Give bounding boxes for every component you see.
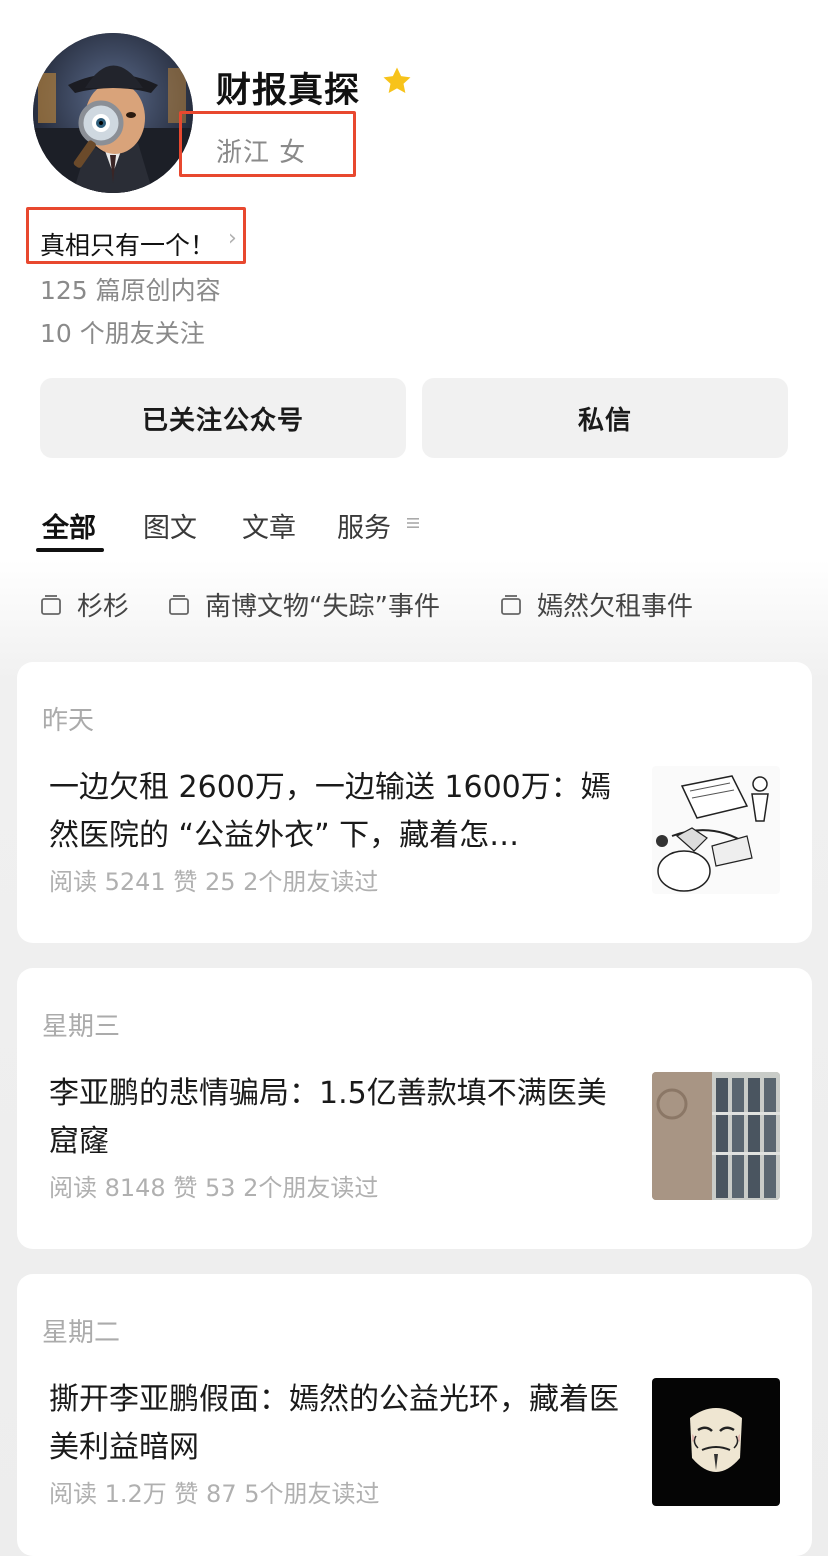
article-title[interactable]: 李亚鹏的悲情骗局：1.5亿善款填不满医美窟窿	[49, 1070, 619, 1166]
article-thumbnail[interactable]	[652, 766, 780, 894]
article-card[interactable]: 昨天 一边欠租 2600万，一边输送 1600万：嫣然医院的 “公益外衣” 下，…	[17, 662, 812, 943]
friends-following-count[interactable]: 10 个朋友关注	[40, 314, 205, 350]
article-title[interactable]: 撕开李亚鹏假面：嫣然的公益光环，藏着医美利益暗网	[49, 1376, 619, 1472]
mask-image	[652, 1378, 780, 1506]
article-thumbnail[interactable]	[652, 1072, 780, 1200]
building-facade-image	[652, 1072, 780, 1200]
account-name: 财报真探	[216, 71, 361, 111]
followed-account-button[interactable]: 已关注公众号	[40, 378, 406, 458]
tab-image-text[interactable]: 图文	[143, 506, 197, 545]
collection-item[interactable]: 南博文物“失踪”事件	[167, 586, 440, 623]
private-message-button[interactable]: 私信	[422, 378, 788, 458]
article-meta: 阅读 5241 赞 25 2个朋友读过	[49, 868, 379, 896]
collection-label: 嫣然欠租事件	[537, 592, 694, 622]
collection-label: 南博文物“失踪”事件	[205, 592, 440, 622]
detective-avatar-image	[33, 33, 193, 193]
cartoon-money-image	[652, 766, 780, 894]
original-content-count[interactable]: 125 篇原创内容	[40, 271, 221, 307]
menu-icon[interactable]	[406, 516, 420, 530]
avatar[interactable]	[33, 33, 193, 193]
tab-all[interactable]: 全部	[42, 506, 96, 545]
article-date: 星期三	[42, 1012, 121, 1042]
collection-icon	[41, 594, 61, 615]
article-card[interactable]: 星期三 李亚鹏的悲情骗局：1.5亿善款填不满医美窟窿 阅读 8148 赞 53 …	[17, 968, 812, 1249]
region-gender: 浙江 女	[216, 138, 307, 168]
article-meta: 阅读 8148 赞 53 2个朋友读过	[49, 1174, 379, 1202]
article-meta: 阅读 1.2万 赞 87 5个朋友读过	[49, 1480, 380, 1508]
tab-services[interactable]: 服务	[337, 506, 391, 545]
collection-icon	[169, 594, 189, 615]
account-slogan[interactable]: 真相只有一个！	[40, 226, 215, 262]
collection-item[interactable]: 嫣然欠租事件	[499, 586, 693, 623]
article-date: 星期二	[42, 1318, 121, 1348]
tab-articles[interactable]: 文章	[242, 506, 296, 545]
active-tab-indicator	[36, 548, 104, 552]
collection-item[interactable]: 杉杉	[39, 586, 129, 623]
collection-label: 杉杉	[77, 592, 130, 622]
article-thumbnail[interactable]	[652, 1378, 780, 1506]
article-card[interactable]: 星期二 撕开李亚鹏假面：嫣然的公益光环，藏着医美利益暗网 阅读 1.2万 赞 8…	[17, 1274, 812, 1556]
chevron-right-icon[interactable]: ›	[228, 226, 237, 251]
article-date: 昨天	[42, 706, 95, 736]
collection-icon	[501, 594, 521, 615]
article-title[interactable]: 一边欠租 2600万，一边输送 1600万：嫣然医院的 “公益外衣” 下，藏着怎…	[49, 764, 619, 860]
star-icon[interactable]	[380, 64, 414, 98]
